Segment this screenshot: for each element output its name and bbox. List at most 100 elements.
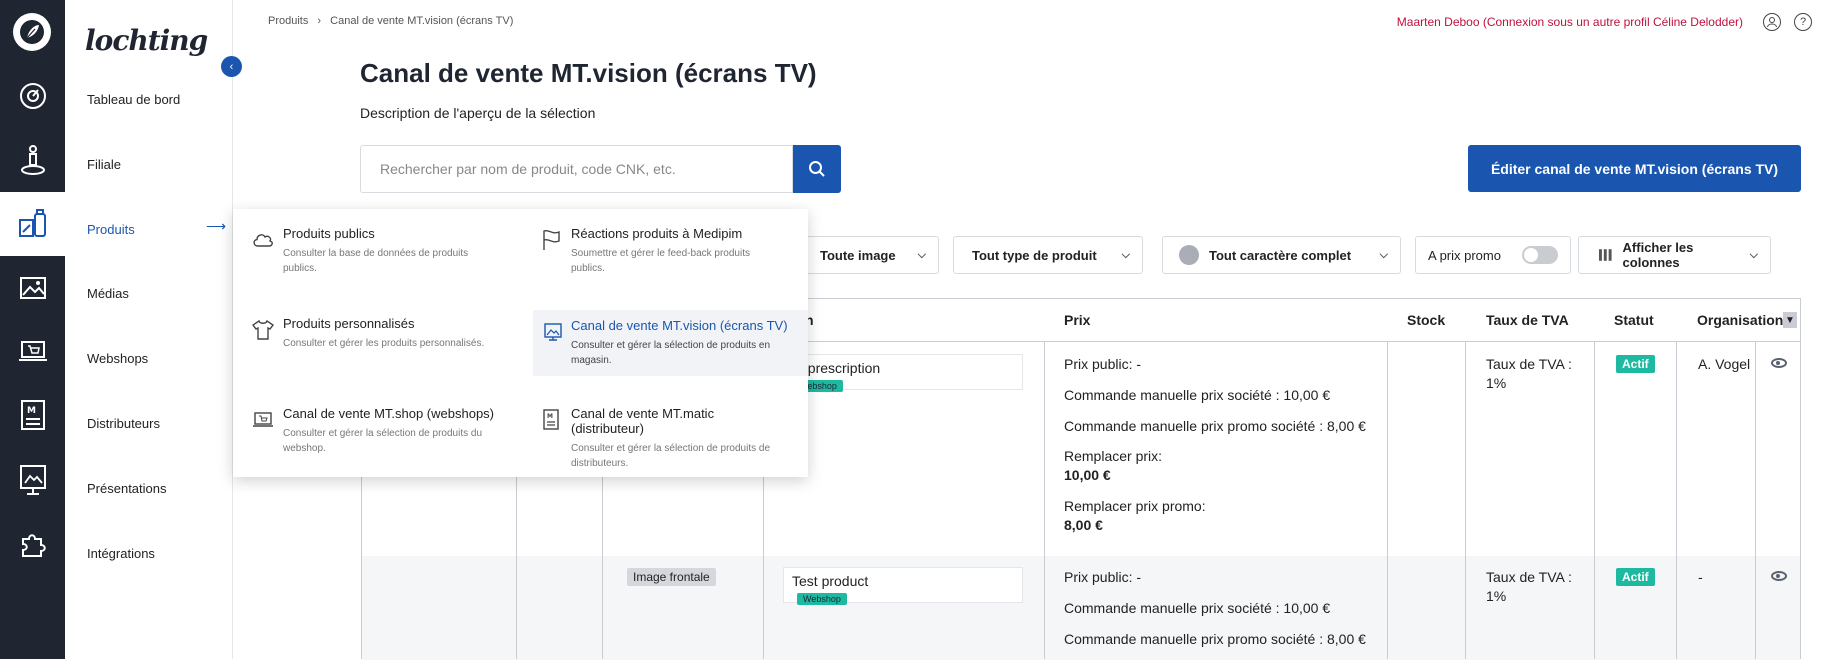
image-filter-value: Toute image <box>820 247 896 263</box>
user-switch-icon[interactable] <box>1763 13 1781 31</box>
column-divider <box>1387 342 1388 659</box>
price-manual-promo: Commande manuelle prix promo société : 8… <box>1064 418 1366 434</box>
menu-item-feedback[interactable]: Réactions produits à Medipim Soumettre e… <box>521 218 796 284</box>
menu-item-desc: Consulter la base de données de produits… <box>283 248 469 274</box>
icon-rail: M <box>0 0 65 659</box>
product-name[interactable]: Test product <box>792 573 868 589</box>
menu-item-desc: Consulter et gérer la sélection de produ… <box>283 428 483 454</box>
sidebar: lochting Tableau de bord Filiale Produit… <box>65 0 233 659</box>
column-header-organisation[interactable]: Organisation <box>1697 312 1783 328</box>
eye-icon[interactable] <box>1771 358 1787 368</box>
price-manual: Commande manuelle prix société : 10,00 € <box>1064 600 1331 616</box>
products-icon[interactable] <box>0 192 65 256</box>
eye-icon[interactable] <box>1771 571 1787 581</box>
search-button[interactable] <box>793 145 841 193</box>
column-header-status[interactable]: Statut <box>1614 312 1654 328</box>
presentation-icon[interactable] <box>0 448 65 512</box>
sidebar-item-integrations[interactable]: Intégrations <box>87 546 155 561</box>
sidebar-item-dashboard[interactable]: Tableau de bord <box>87 92 180 107</box>
sidebar-item-store[interactable]: Filiale <box>87 157 121 172</box>
arrow-right-icon: ⟶ <box>206 218 227 234</box>
promo-label: A prix promo <box>1428 247 1501 263</box>
menu-item-desc: Consulter et gérer les produits personna… <box>283 338 485 349</box>
menu-item-title: Produits personnalisés <box>283 316 415 331</box>
menu-item-title: Canal de vente MT.matic (distributeur) <box>571 406 715 436</box>
chevron-down-icon: ⌵ <box>917 248 926 261</box>
laptop-cart-icon <box>251 408 275 432</box>
edit-channel-button[interactable]: Éditer canal de vente MT.vision (écrans … <box>1468 145 1801 192</box>
user-impersonation[interactable]: Maarten Deboo (Connexion sous un autre p… <box>1397 15 1743 29</box>
chevron-down-icon: ⌵ <box>1379 248 1388 261</box>
menu-item-title: Réactions produits à Medipim <box>571 226 743 241</box>
sidebar-item-products[interactable]: Produits <box>87 222 135 237</box>
replace-price-label: Remplacer prix: <box>1064 448 1163 464</box>
column-divider <box>1755 342 1756 659</box>
collapse-sidebar-button[interactable]: ‹ <box>221 56 242 77</box>
vat-value: 1% <box>1486 588 1507 604</box>
filter-icon[interactable]: ▼ <box>1783 312 1797 328</box>
product-type-select[interactable]: Tout type de produit ⌵ <box>953 236 1143 274</box>
replace-price-value: 10,00 € <box>1064 467 1111 483</box>
vat-label: Taux de TVA : <box>1486 569 1572 585</box>
store-icon[interactable] <box>0 128 65 192</box>
column-divider <box>1044 342 1045 659</box>
status-badge: Actif <box>1616 568 1655 586</box>
organisation: A. Vogel <box>1698 356 1751 372</box>
completeness-dot-icon <box>1179 245 1199 265</box>
column-divider <box>1465 342 1466 659</box>
column-header-vat[interactable]: Taux de TVA <box>1486 312 1569 328</box>
replace-promo-label: Remplacer prix promo: <box>1064 498 1206 514</box>
price-manual: Commande manuelle prix société : 10,00 € <box>1064 387 1331 403</box>
sidebar-item-distributors[interactable]: Distributeurs <box>87 416 160 431</box>
svg-text:M: M <box>27 406 36 416</box>
menu-item-title: Canal de vente MT.vision (écrans TV) <box>571 318 788 333</box>
menu-item-custom-products[interactable]: Produits personnalisés Consulter et gére… <box>233 308 508 374</box>
status-badge: Actif <box>1616 355 1655 373</box>
menu-item-public-products[interactable]: Produits publics Consulter la base de do… <box>233 218 508 284</box>
menu-item-mtshop[interactable]: Canal de vente MT.shop (webshops) Consul… <box>233 398 508 464</box>
distributor-icon[interactable]: M <box>0 384 65 448</box>
chevron-down-icon: ⌵ <box>1121 248 1130 261</box>
completeness-value: Tout caractère complet <box>1209 247 1352 263</box>
sidebar-item-media[interactable]: Médias <box>87 286 129 301</box>
column-divider <box>1594 342 1595 659</box>
breadcrumb-separator: › <box>317 15 322 27</box>
vat-label: Taux de TVA : <box>1486 356 1572 372</box>
completeness-select[interactable]: Tout caractère complet ⌵ <box>1162 236 1401 274</box>
column-header-stock[interactable]: Stock <box>1407 312 1445 328</box>
promo-filter[interactable]: A prix promo <box>1415 236 1571 274</box>
webshop-icon[interactable] <box>0 320 65 384</box>
shirt-icon <box>251 318 275 342</box>
cloud-icon <box>251 228 275 252</box>
tv-image-icon <box>541 320 565 344</box>
sidebar-item-presentations[interactable]: Présentations <box>87 481 167 496</box>
menu-item-desc: Consulter et gérer la sélection de produ… <box>571 443 771 469</box>
svg-text:M: M <box>547 413 553 420</box>
menu-item-desc: Soumettre et gérer le feed-back produits… <box>571 248 750 274</box>
flag-icon <box>539 228 563 252</box>
columns-label: Afficher les colonnes <box>1622 240 1694 270</box>
menu-item-mtmatic[interactable]: M Canal de vente MT.matic (distributeur)… <box>521 398 796 469</box>
breadcrumb-link-products[interactable]: Produits <box>268 15 308 27</box>
menu-item-title: Produits publics <box>283 226 375 241</box>
search-input[interactable]: Rechercher par nom de produit, code CNK,… <box>360 145 793 193</box>
product-type-value: Tout type de produit <box>972 247 1097 263</box>
integration-icon[interactable] <box>0 512 65 576</box>
image-filter-select[interactable]: Toute image ⌵ <box>801 236 939 274</box>
dashboard-icon[interactable] <box>0 64 65 128</box>
columns-icon <box>1599 249 1612 261</box>
menu-item-mtvision[interactable]: Canal de vente MT.vision (écrans TV) Con… <box>533 310 808 376</box>
columns-select[interactable]: Afficher les colonnes ⌵ <box>1578 236 1771 274</box>
price-manual-promo: Commande manuelle prix promo société : 8… <box>1064 631 1366 647</box>
menu-item-desc: Consulter et gérer la sélection de produ… <box>571 340 771 366</box>
kiosk-icon: M <box>539 408 563 432</box>
breadcrumb-current: Canal de vente MT.vision (écrans TV) <box>330 15 514 27</box>
price-public: Prix public: - <box>1064 569 1142 585</box>
media-icon[interactable] <box>0 256 65 320</box>
promo-toggle[interactable] <box>1522 246 1558 264</box>
help-icon[interactable]: ? <box>1794 13 1812 31</box>
app-logo[interactable] <box>13 13 51 51</box>
search-icon <box>809 161 825 177</box>
sidebar-item-webshops[interactable]: Webshops <box>87 351 148 366</box>
column-header-price[interactable]: Prix <box>1064 312 1090 328</box>
